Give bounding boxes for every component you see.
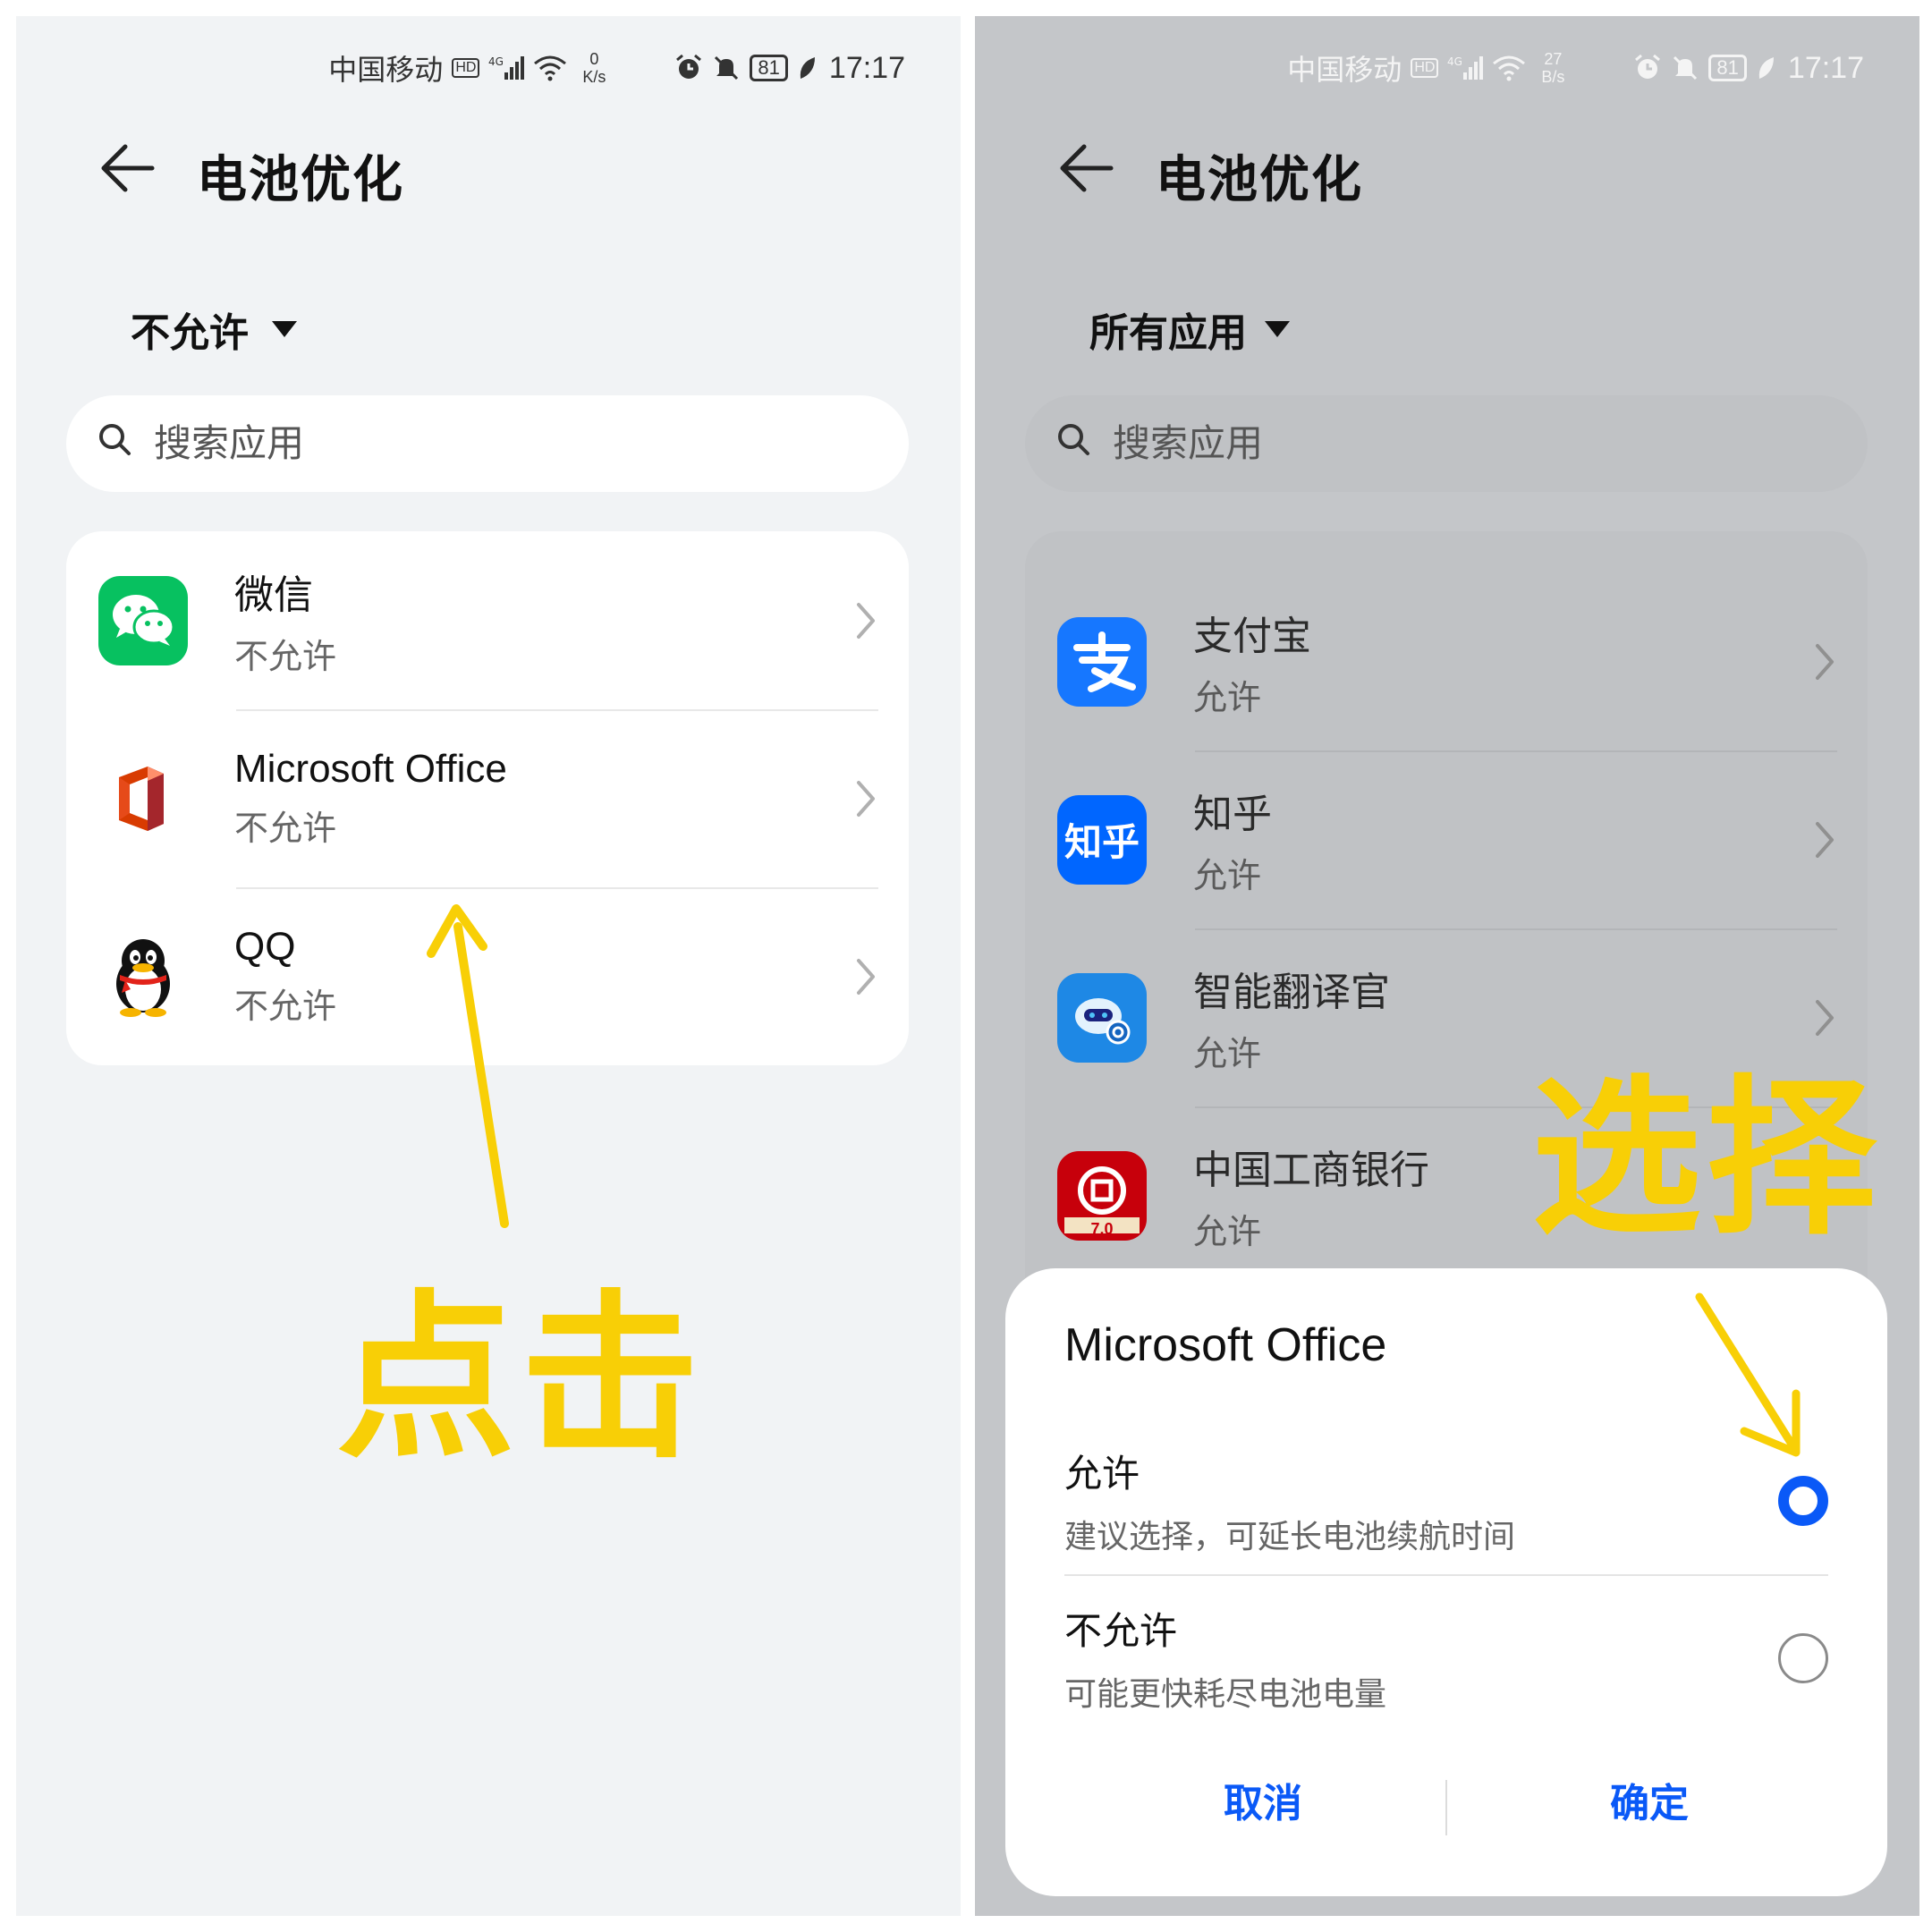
dialog-title: Microsoft Office	[1064, 1319, 1387, 1371]
chevron-right-icon	[1816, 999, 1834, 1036]
app-name: 微信	[234, 573, 313, 617]
app-name: 智能翻译官	[1193, 970, 1390, 1014]
option-disallow[interactable]: 不允许 可能更快耗尽电池电量	[1064, 1601, 1828, 1744]
page-title: 电池优化	[197, 151, 404, 208]
app-status: 允许	[1193, 680, 1262, 717]
mute-icon	[712, 54, 741, 82]
icbc-version-label: 7.0	[1090, 1219, 1114, 1238]
app-name: 支付宝	[1193, 614, 1311, 658]
chevron-right-icon	[857, 780, 875, 817]
app-name: 中国工商银行	[1193, 1148, 1429, 1192]
search-box[interactable]	[66, 395, 909, 492]
svg-text:4G: 4G	[1447, 55, 1462, 68]
signal-icon: 4G	[488, 55, 525, 81]
list-item-zhihu[interactable]: 知乎 知乎 允许	[1025, 750, 1868, 928]
option-description: 建议选择，可延长电池续航时间	[1064, 1518, 1516, 1555]
list-item-alipay[interactable]: 支付宝 允许	[1025, 572, 1868, 750]
app-status: 允许	[1193, 858, 1262, 895]
annotation-select-label: 选择	[1531, 1060, 1883, 1258]
search-box[interactable]	[1025, 395, 1868, 492]
hd-icon: HD	[1411, 58, 1439, 78]
status-bar: 中国移动 HD 4G 27 B/s 81 17:17	[1287, 47, 1864, 89]
network-speed: 0 K/s	[582, 50, 606, 86]
hd-icon: HD	[452, 58, 480, 78]
chevron-right-icon	[857, 602, 875, 639]
carrier-label: 中国移动	[328, 54, 444, 86]
chevron-right-icon	[857, 958, 875, 995]
qq-penguin-icon	[98, 932, 188, 1021]
search-icon	[1055, 421, 1091, 466]
back-arrow-icon[interactable]	[98, 141, 157, 195]
search-input[interactable]	[1113, 422, 1739, 465]
carrier-label: 中国移动	[1287, 54, 1402, 86]
radio-unselected[interactable]	[1778, 1633, 1828, 1683]
alarm-icon	[1633, 54, 1662, 82]
zhihu-icon: 知乎	[1057, 794, 1147, 885]
chevron-right-icon	[1816, 643, 1834, 680]
cancel-button[interactable]: 取消	[1084, 1771, 1442, 1828]
battery-indicator: 81	[1708, 55, 1747, 81]
annotation-arrow-up-icon	[427, 904, 509, 1228]
chevron-right-icon	[1816, 821, 1834, 858]
back-arrow-icon[interactable]	[1057, 141, 1116, 195]
alipay-icon	[1057, 616, 1147, 707]
filter-dropdown[interactable]: 不允许	[131, 301, 297, 358]
wechat-icon	[98, 575, 188, 665]
annotation-arrow-down-icon	[1695, 1292, 1801, 1457]
microsoft-office-icon	[98, 754, 188, 843]
app-status: 不允许	[234, 639, 337, 676]
signal-icon: 4G	[1447, 55, 1484, 81]
option-label: 不允许	[1064, 1610, 1178, 1652]
leaf-icon	[1756, 55, 1775, 80]
leaf-icon	[797, 55, 817, 80]
status-bar: 中国移动 HD 4G 0 K/s 81 17:17	[328, 47, 905, 89]
app-status: 不允许	[234, 810, 337, 848]
app-name: Microsoft Office	[234, 747, 507, 791]
filter-label: 所有应用	[1089, 311, 1247, 355]
dropdown-triangle-icon	[1265, 321, 1290, 337]
clock: 17:17	[1787, 50, 1864, 85]
list-item-wechat[interactable]: 微信 不允许	[66, 531, 909, 709]
radio-selected[interactable]	[1778, 1476, 1828, 1526]
clock: 17:17	[828, 50, 905, 85]
network-speed: 27 B/s	[1541, 50, 1565, 86]
app-status: 允许	[1193, 1036, 1262, 1073]
annotation-click-label: 点击	[336, 1275, 706, 1483]
app-status: 允许	[1193, 1214, 1262, 1251]
app-status: 不允许	[234, 988, 337, 1026]
filter-label: 不允许	[131, 311, 249, 355]
button-divider	[1445, 1780, 1447, 1835]
app-name: 知乎	[1193, 792, 1272, 836]
mute-icon	[1671, 54, 1699, 82]
confirm-button[interactable]: 确定	[1470, 1771, 1828, 1828]
app-name: QQ	[234, 925, 296, 969]
translator-robot-icon	[1057, 972, 1147, 1063]
svg-text:4G: 4G	[488, 55, 504, 68]
icbc-bank-icon: 7.0	[1057, 1150, 1147, 1241]
search-icon	[97, 421, 132, 466]
wifi-icon	[533, 55, 567, 81]
search-input[interactable]	[154, 422, 780, 465]
option-description: 可能更快耗尽电池电量	[1064, 1675, 1387, 1712]
wifi-icon	[1492, 55, 1526, 81]
page-title: 电池优化	[1156, 151, 1363, 208]
divider	[1064, 1574, 1828, 1576]
battery-indicator: 81	[750, 55, 788, 81]
filter-dropdown[interactable]: 所有应用	[1089, 301, 1290, 358]
alarm-icon	[674, 54, 703, 82]
list-item-microsoft-office[interactable]: Microsoft Office 不允许	[66, 709, 909, 887]
dropdown-triangle-icon	[272, 321, 297, 337]
